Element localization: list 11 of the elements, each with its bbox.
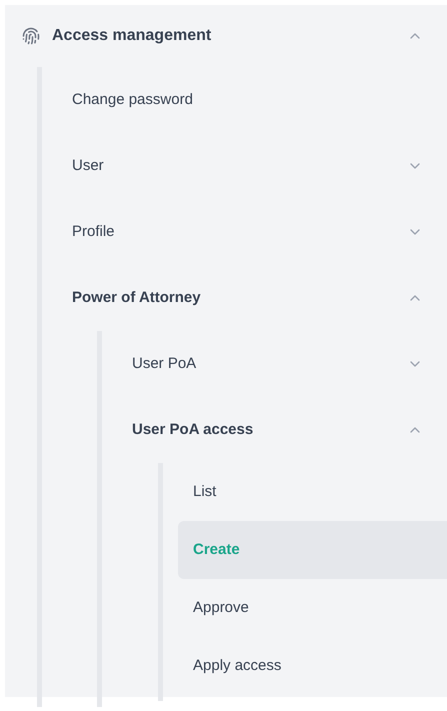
- menu-item[interactable]: User PoA: [117, 331, 447, 397]
- menu-item[interactable]: Power of Attorney: [57, 265, 447, 331]
- menu-item[interactable]: List: [178, 463, 447, 521]
- menu-item[interactable]: Change password: [57, 67, 447, 133]
- fingerprint-icon: [22, 27, 40, 45]
- menu-item[interactable]: User: [57, 133, 447, 199]
- menu-item[interactable]: User PoA access: [117, 397, 447, 463]
- menu-header[interactable]: Access management: [5, 5, 447, 67]
- menu-item[interactable]: Profile: [57, 199, 447, 265]
- menu-item[interactable]: Approve: [178, 579, 447, 637]
- menu-item[interactable]: Apply access: [178, 637, 447, 695]
